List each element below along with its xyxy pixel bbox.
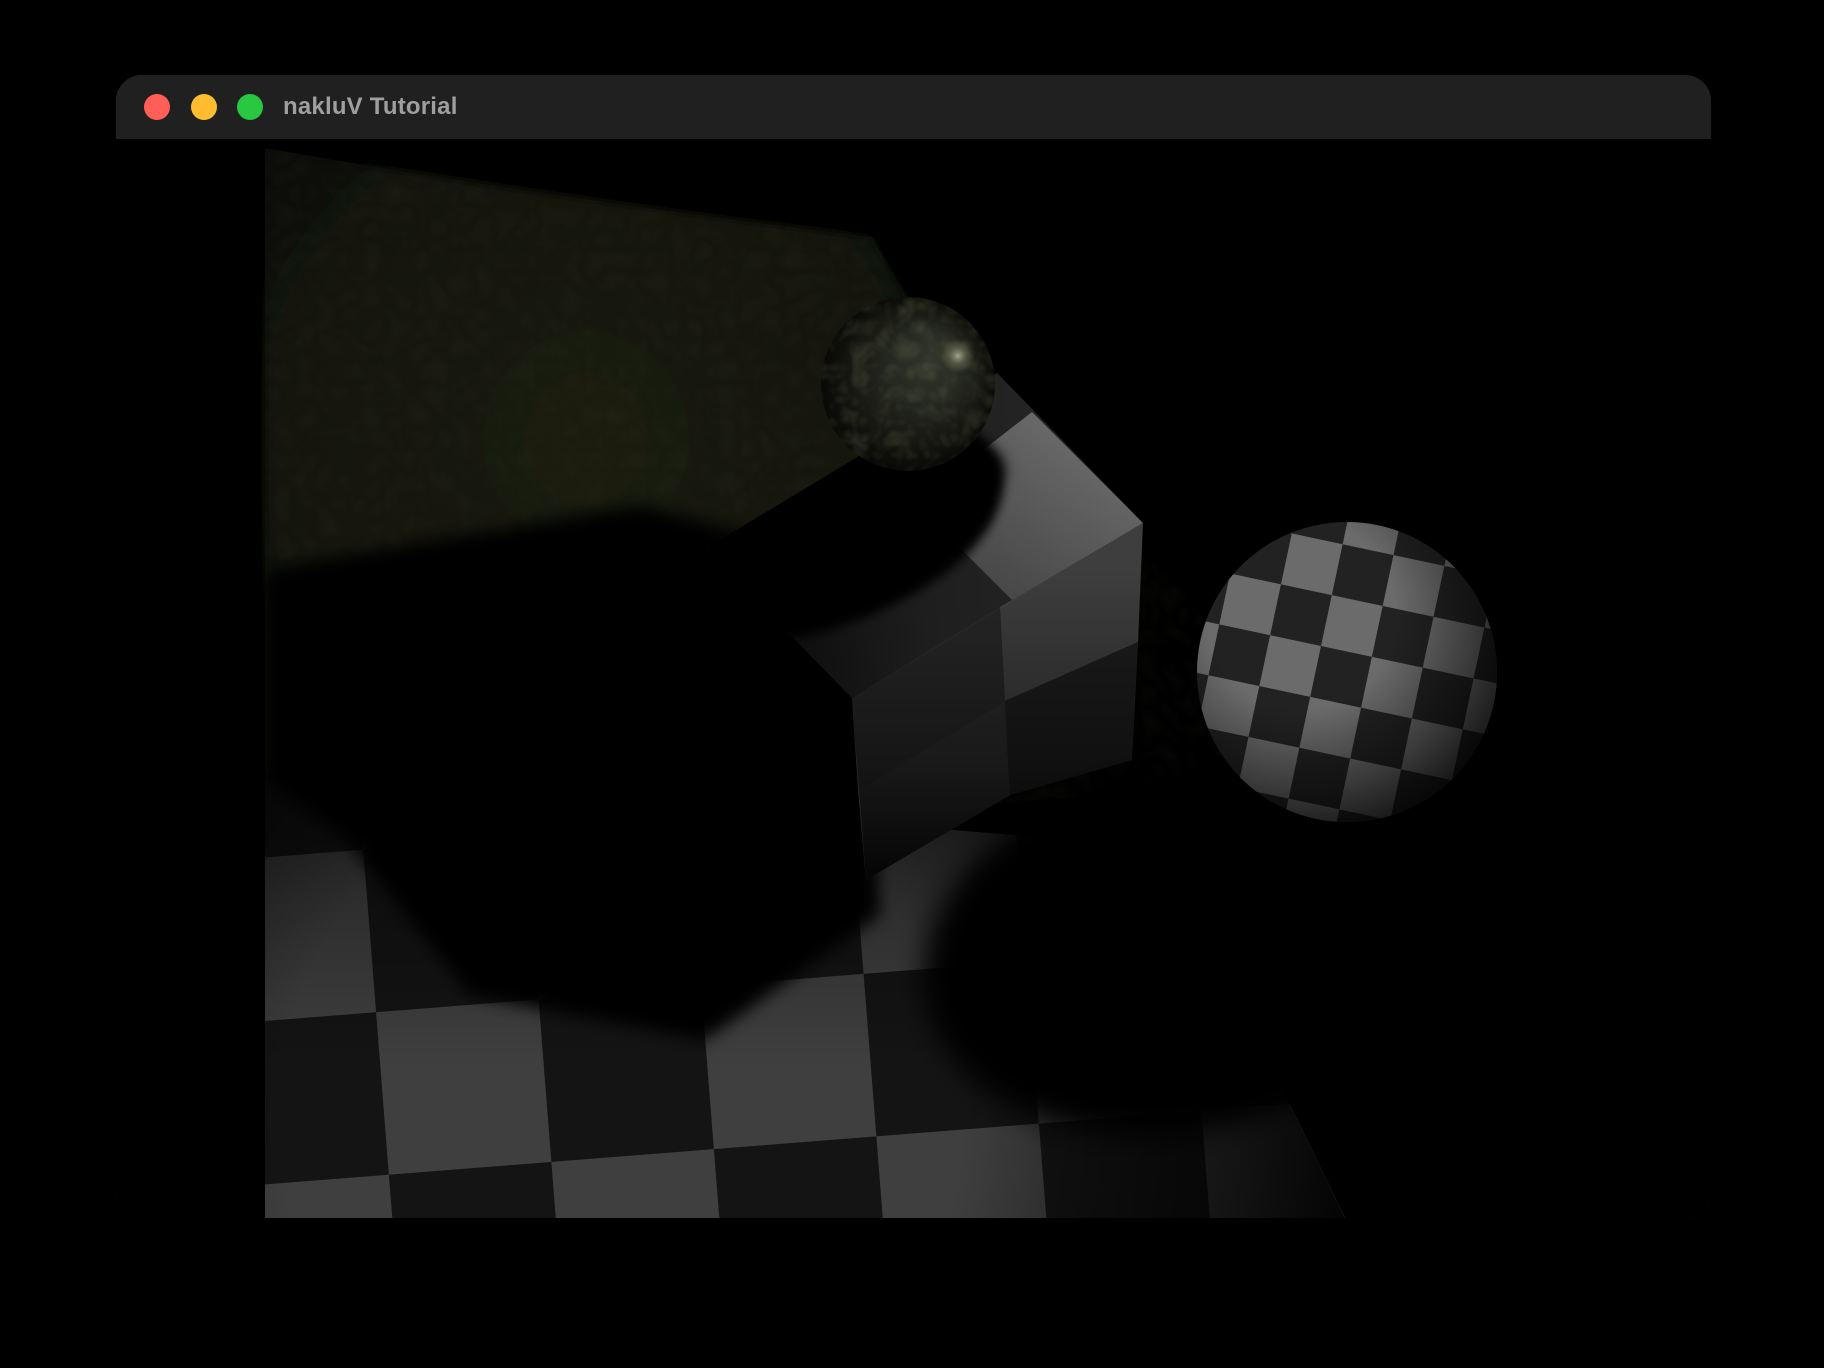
render-viewport[interactable] [116, 139, 1711, 1218]
specular-highlight [941, 339, 975, 373]
minimize-button-icon[interactable] [191, 94, 217, 120]
traffic-lights [144, 94, 263, 120]
close-button-icon[interactable] [144, 94, 170, 120]
checkered-sphere-shading [1197, 522, 1497, 822]
window-titlebar[interactable]: nakluV Tutorial [116, 75, 1711, 140]
window-title: nakluV Tutorial [283, 93, 458, 120]
vulkan-render-canvas [116, 139, 1711, 1218]
zoom-button-icon[interactable] [237, 94, 263, 120]
app-window: nakluV Tutorial [116, 75, 1711, 1218]
checkered-sphere [1197, 522, 1497, 822]
desktop-background: nakluV Tutorial [0, 0, 1824, 1368]
